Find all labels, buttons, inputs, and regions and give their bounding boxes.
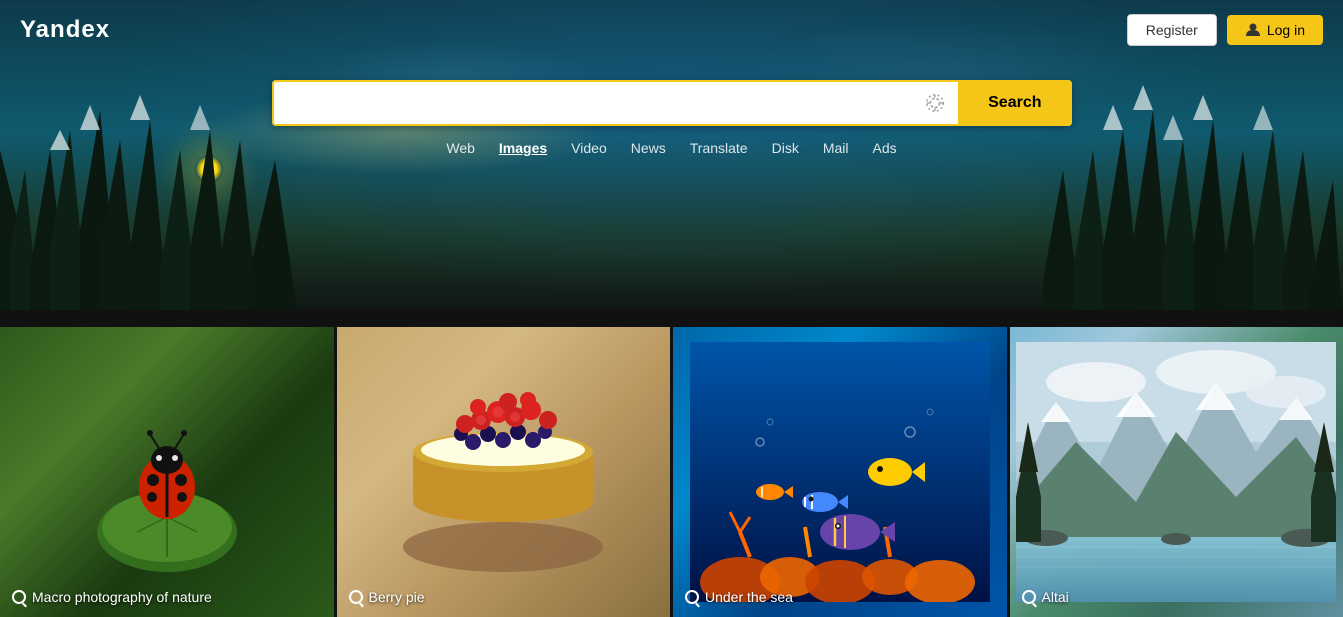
nav-disk[interactable]: Disk [772,140,799,156]
grid-item-sea[interactable]: Under the sea [670,327,1007,617]
altai-image [1010,327,1343,617]
ladybug-caption: Macro photography of nature [12,589,212,605]
register-button[interactable]: Register [1127,14,1217,46]
search-icon-ladybug [12,590,26,604]
camera-icon [924,92,946,114]
search-icon-altai [1022,590,1036,604]
logo: Yandex [20,16,110,44]
sea-image [673,327,1007,617]
nav-web[interactable]: Web [446,140,475,156]
ladybug-image [0,327,334,617]
sea-caption: Under the sea [685,589,793,605]
nav-video[interactable]: Video [571,140,607,156]
camera-search-button[interactable] [912,80,958,126]
nav-images[interactable]: Images [499,140,547,156]
header-buttons: Register Log in [1127,14,1323,46]
grid-item-ladybug[interactable]: Macro photography of nature [0,327,334,617]
pie-caption: Berry pie [349,589,425,605]
trees-right [1043,50,1343,330]
header: Yandex Register Log in [0,0,1343,60]
nav-mail[interactable]: Mail [823,140,849,156]
nav-ads[interactable]: Ads [873,140,897,156]
search-button[interactable]: Search [958,80,1071,126]
image-grid: Macro photography of nature [0,327,1343,617]
search-icon-pie [349,590,363,604]
grid-item-altai[interactable]: Altai [1007,327,1343,617]
grid-item-pie[interactable]: Berry pie [334,327,671,617]
search-input[interactable] [272,80,913,126]
search-box: Search [272,80,1072,126]
nav-news[interactable]: News [631,140,666,156]
search-icon-sea [685,590,699,604]
trees-left [0,50,300,330]
search-area: Search Web Images Video News Translate D… [272,80,1072,156]
login-button[interactable]: Log in [1227,15,1323,45]
altai-caption: Altai [1022,589,1069,605]
nav-links: Web Images Video News Translate Disk Mai… [446,140,896,156]
pie-image [337,327,671,617]
nav-translate[interactable]: Translate [690,140,748,156]
user-icon [1245,22,1261,38]
